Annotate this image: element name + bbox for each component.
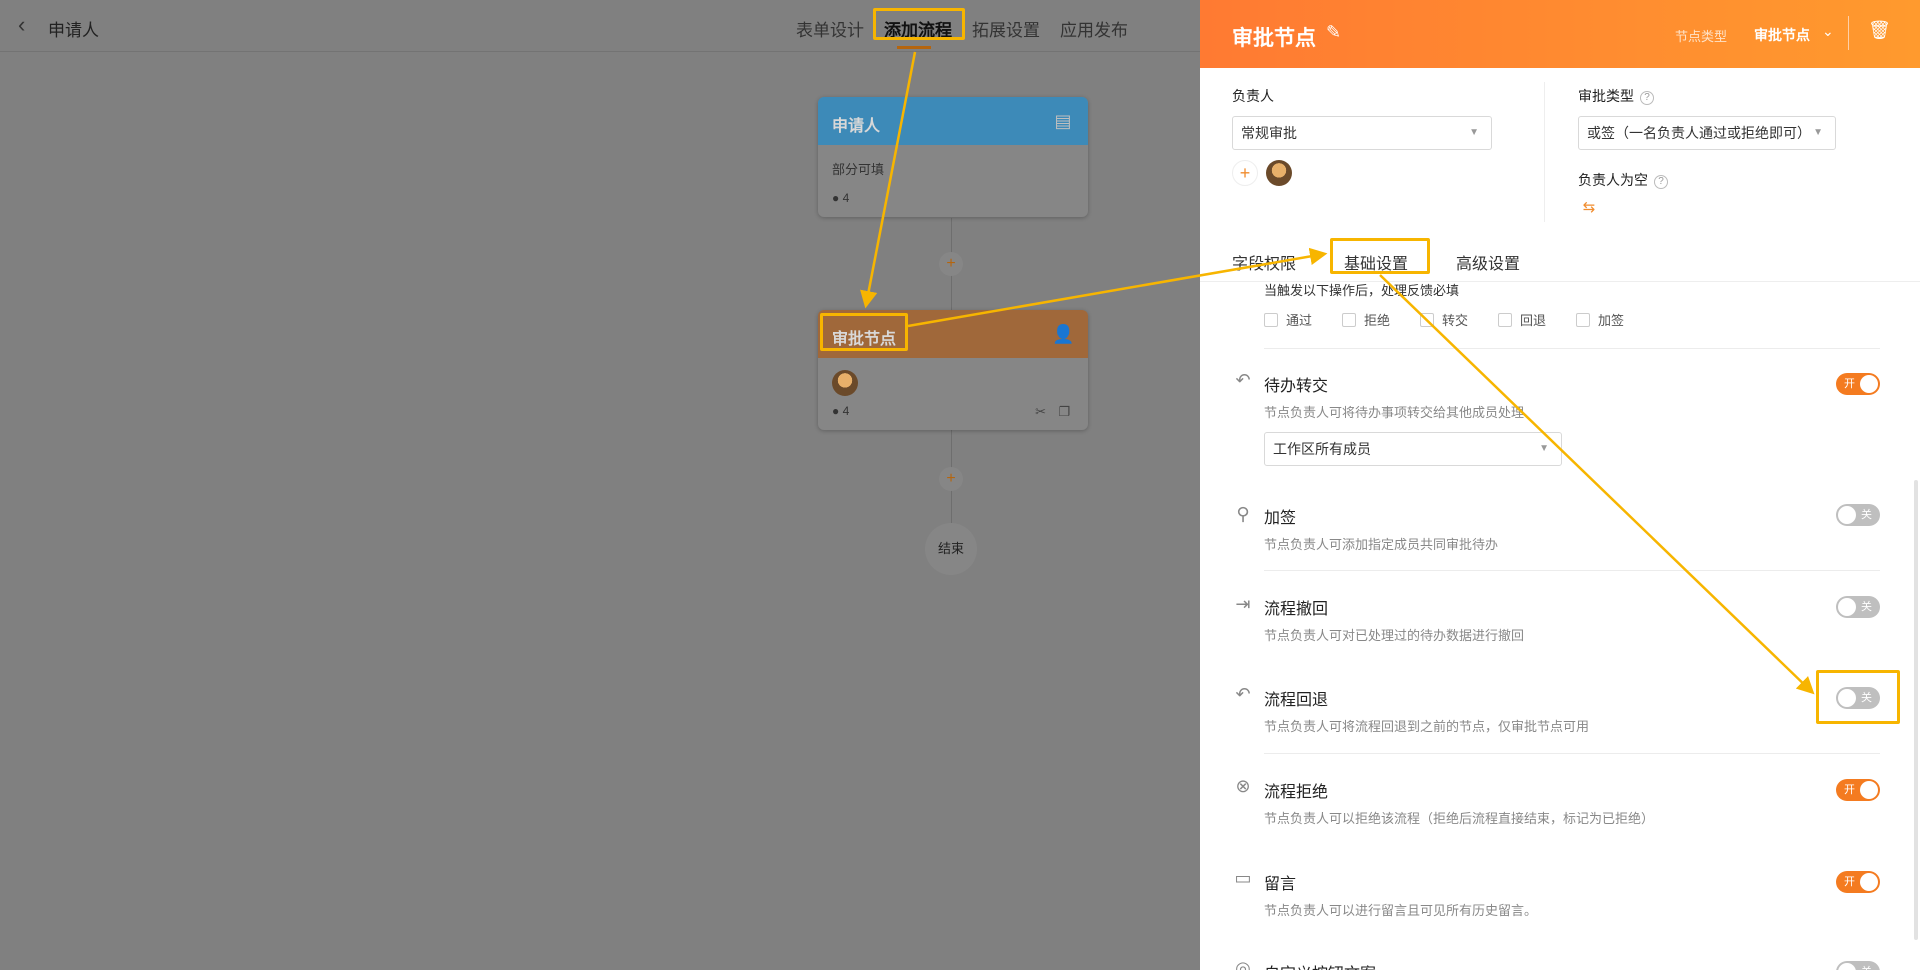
arrow-tab-to-toggle [1379, 274, 1815, 695]
annotation-arrows [860, 51, 1815, 695]
arrow-tab-to-node [860, 51, 917, 309]
arrow-node-to-tab [907, 247, 1328, 328]
